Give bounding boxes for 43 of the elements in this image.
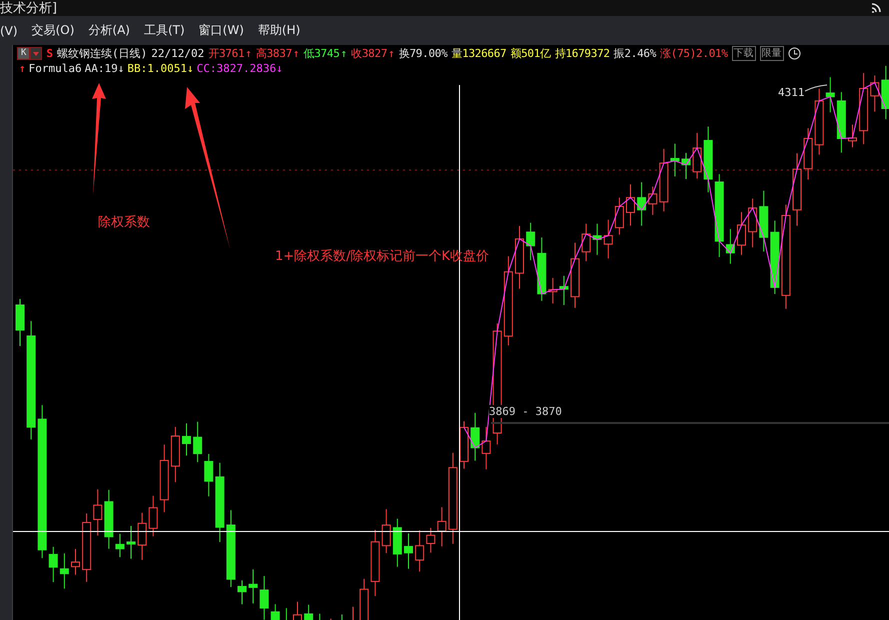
quote-date: 22/12/02 xyxy=(151,46,204,61)
dropdown-button[interactable] xyxy=(30,47,42,60)
indicator-name: Formula6 xyxy=(28,61,82,76)
indicator-marker: ↑ xyxy=(19,61,26,76)
quote-field: 涨(75)2.01% xyxy=(660,46,728,61)
clock-icon[interactable] xyxy=(788,47,801,60)
caret-icon xyxy=(33,52,40,56)
trend-arrow: ↓ xyxy=(118,61,124,76)
trend-arrow: ↓ xyxy=(276,61,283,76)
menu-item[interactable]: 工具(T) xyxy=(144,22,185,39)
peak-price-label: 4311 xyxy=(778,86,804,99)
header-button[interactable]: 下载 xyxy=(732,46,756,61)
header-button[interactable]: 限量 xyxy=(760,46,784,61)
menu-item[interactable]: 帮助(H) xyxy=(258,22,300,39)
price-range-label: 3869 - 3870 xyxy=(489,405,562,418)
menu-item[interactable]: 交易(O) xyxy=(32,22,74,39)
trend-arrow: ↓ xyxy=(186,61,194,76)
quote-field: 量1326667 xyxy=(451,46,506,61)
indicator-value: AA:19 xyxy=(84,61,118,76)
trend-arrow: ↑ xyxy=(388,46,395,61)
trend-arrow: ↑ xyxy=(340,46,348,61)
leader-line xyxy=(805,84,827,92)
quote-field: 收3827 xyxy=(351,46,388,61)
contract-name: 螺纹钢连续(日线) xyxy=(57,46,148,61)
indicator-value: BB:1.0051 xyxy=(127,61,187,76)
trend-arrow: ↑ xyxy=(245,46,252,61)
annotation-text: 除权系数 xyxy=(98,214,150,231)
period-button[interactable]: K xyxy=(17,47,30,60)
window-title: 技术分析] xyxy=(0,0,58,17)
signal-icon xyxy=(871,3,883,13)
symbol-marker: S xyxy=(46,46,54,61)
quote-field: 高3837 xyxy=(256,46,292,61)
quote-field: 低3745 xyxy=(304,46,340,61)
quote-field: 持1679372 xyxy=(554,46,610,61)
menu-item[interactable]: (V) xyxy=(0,24,18,38)
quote-field: 开3761 xyxy=(208,46,244,61)
quote-field: 换79.00% xyxy=(398,46,448,61)
menu-item[interactable]: 分析(A) xyxy=(88,22,130,39)
quote-field: 振2.46% xyxy=(614,46,656,61)
trend-arrow: ↑ xyxy=(292,46,300,61)
quote-field: 额501亿 xyxy=(510,46,551,61)
menu-item[interactable]: 窗口(W) xyxy=(198,22,244,39)
indicator-value: CC:3827.2836 xyxy=(196,61,276,76)
